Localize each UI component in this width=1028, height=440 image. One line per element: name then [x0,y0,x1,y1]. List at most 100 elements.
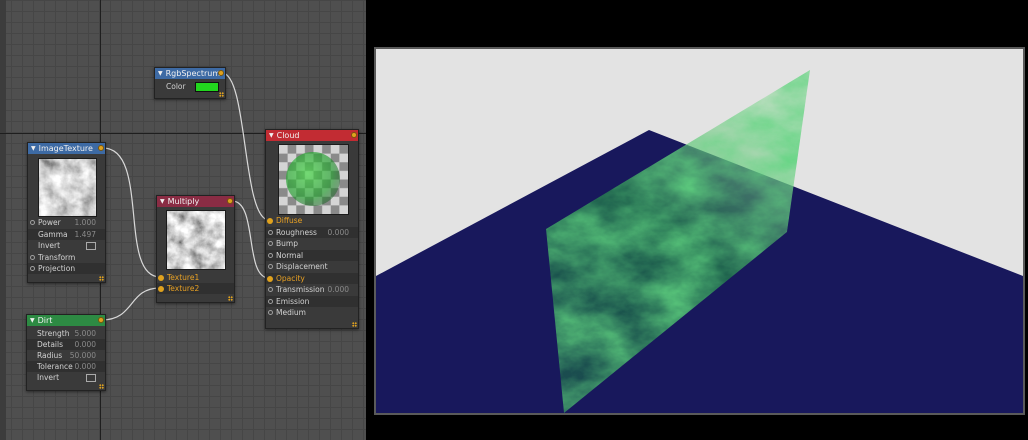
param-row-transmission[interactable]: Transmission 0.000 [266,284,358,295]
param-row-invert[interactable]: Invert [27,372,105,383]
link-multiply-to-cloud-opacity [231,200,270,279]
param-label: Tolerance [37,362,73,371]
output-port[interactable] [98,145,104,151]
cloud-node[interactable]: ▼ Cloud Diffuse Roughness 0.000 Bump Nor… [265,129,359,329]
resize-grip-icon[interactable] [219,92,224,97]
param-row-emission[interactable]: Emission [266,296,358,307]
param-row-normal[interactable]: Normal [266,250,358,261]
invert-checkbox[interactable] [86,374,96,382]
param-value[interactable]: 50.000 [70,350,96,361]
param-row-displacement[interactable]: Displacement [266,261,358,272]
node-title: Dirt [37,316,53,325]
param-row-projection[interactable]: Projection [28,263,105,274]
param-value[interactable]: 1.000 [75,217,96,228]
texture-preview [166,210,226,270]
param-value[interactable]: 0.000 [75,339,96,350]
param-label: Roughness [276,228,317,237]
param-label: Normal [276,251,304,260]
input-port[interactable] [268,310,273,315]
param-label: Gamma [38,230,68,239]
render-image [376,49,1023,413]
resize-grip-icon[interactable] [99,384,104,389]
param-label: Emission [276,297,310,306]
input-port[interactable] [268,230,273,235]
param-value[interactable]: 0.000 [328,227,349,238]
collapse-triangle-icon[interactable]: ▼ [158,70,163,77]
input-row-texture2[interactable]: Texture2 [157,283,234,294]
input-port[interactable] [158,274,164,281]
texture-preview [38,158,97,217]
output-port[interactable] [351,132,357,138]
node-title: RgbSpectrum [165,69,221,78]
collapse-triangle-icon[interactable]: ▼ [31,145,36,152]
dirt-node[interactable]: ▼ Dirt Strength 5.000 Details 0.000 Radiu… [26,314,106,391]
param-row-color[interactable]: Color [155,81,225,92]
input-port[interactable] [267,275,273,282]
param-row-gamma[interactable]: Gamma 1.497 [28,229,105,240]
cloud-node-header[interactable]: ▼ Cloud [266,130,358,141]
input-port[interactable] [30,255,35,260]
param-label: Color [166,82,186,91]
editor-left-strip [0,0,6,440]
color-swatch[interactable] [195,82,219,92]
collapse-triangle-icon[interactable]: ▼ [160,198,165,205]
param-row-invert[interactable]: Invert [28,240,105,251]
param-value[interactable]: 5.000 [75,328,96,339]
collapse-triangle-icon[interactable]: ▼ [269,132,274,139]
param-label: Opacity [276,274,305,283]
imagetexture-node-header[interactable]: ▼ ImageTexture [28,143,105,154]
param-row-tolerance[interactable]: Tolerance 0.000 [27,361,105,372]
param-label: Transform [38,253,76,262]
param-row-bump[interactable]: Bump [266,238,358,249]
render-viewport[interactable] [374,47,1025,415]
rgbspectrum-node-header[interactable]: ▼ RgbSpectrum [155,68,225,79]
param-label: Invert [38,241,61,250]
param-label: Strength [37,329,70,338]
resize-grip-icon[interactable] [228,296,233,301]
dirt-node-header[interactable]: ▼ Dirt [27,315,105,326]
multiply-node-header[interactable]: ▼ Multiply [157,196,234,207]
param-label: Power [38,218,61,227]
input-port[interactable] [268,253,273,258]
param-label: Transmission [276,285,325,294]
param-row-radius[interactable]: Radius 50.000 [27,350,105,361]
input-port[interactable] [268,264,273,269]
param-row-details[interactable]: Details 0.000 [27,339,105,350]
multiply-node[interactable]: ▼ Multiply Texture1 Texture2 [156,195,235,303]
param-label: Diffuse [276,216,303,225]
param-label: Projection [38,264,76,273]
param-row-roughness[interactable]: Roughness 0.000 [266,227,358,238]
input-row-texture1[interactable]: Texture1 [157,272,234,283]
param-value[interactable]: 0.000 [328,284,349,295]
input-label: Texture2 [167,284,200,293]
input-port[interactable] [267,217,273,224]
material-preview [278,144,349,215]
rgbspectrum-node[interactable]: ▼ RgbSpectrum Color [154,67,226,99]
output-port[interactable] [227,198,233,204]
link-dirt-to-multiply-texture2 [101,287,161,321]
input-port[interactable] [158,285,164,292]
param-row-medium[interactable]: Medium [266,307,358,318]
input-port[interactable] [268,241,273,246]
node-editor[interactable]: ▼ RgbSpectrum Color ▼ ImageTexture Power… [0,0,366,440]
input-port[interactable] [268,287,273,292]
input-port[interactable] [30,266,35,271]
imagetexture-node[interactable]: ▼ ImageTexture Power 1.000 Gamma 1.497 In… [27,142,106,283]
param-row-diffuse[interactable]: Diffuse [266,215,358,226]
param-row-opacity[interactable]: Opacity [266,273,358,284]
param-value[interactable]: 0.000 [75,361,96,372]
resize-grip-icon[interactable] [99,276,104,281]
param-label: Bump [276,239,298,248]
param-value[interactable]: 1.497 [75,229,96,240]
param-label: Displacement [276,262,328,271]
input-port[interactable] [30,220,35,225]
invert-checkbox[interactable] [86,242,96,250]
output-port[interactable] [98,317,104,323]
param-row-transform[interactable]: Transform [28,252,105,263]
param-row-power[interactable]: Power 1.000 [28,217,105,228]
resize-grip-icon[interactable] [352,322,357,327]
input-port[interactable] [268,299,273,304]
collapse-triangle-icon[interactable]: ▼ [30,317,35,324]
output-port[interactable] [218,70,224,76]
param-row-strength[interactable]: Strength 5.000 [27,328,105,339]
